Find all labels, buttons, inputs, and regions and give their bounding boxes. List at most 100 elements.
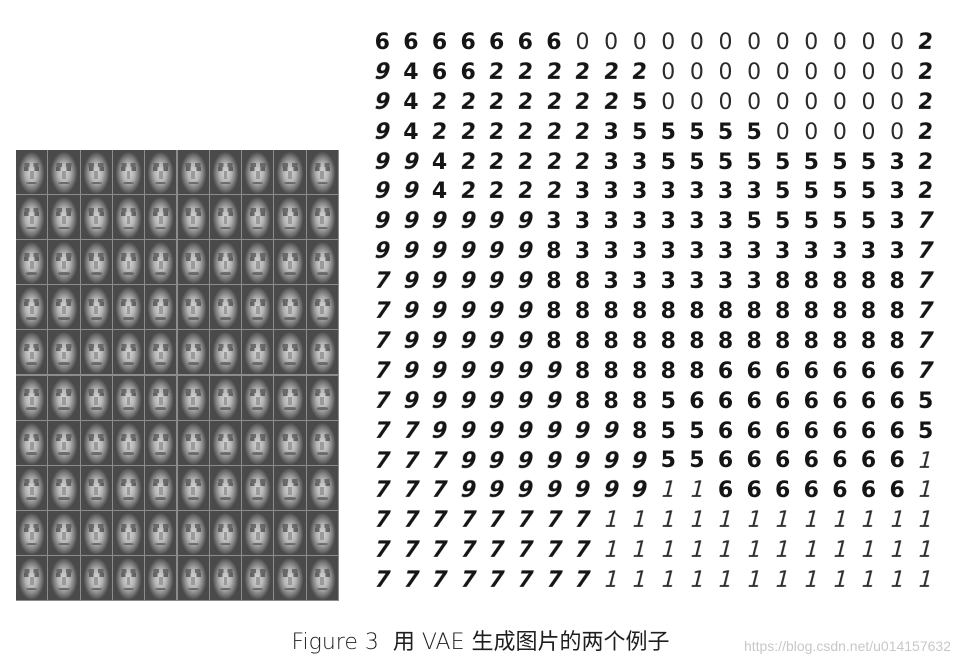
digit-image: 6 xyxy=(832,358,848,384)
face-image xyxy=(112,240,145,285)
face-image xyxy=(242,555,274,600)
face-image-grid xyxy=(16,150,339,601)
digit-image: 9 xyxy=(600,418,622,444)
face-image xyxy=(80,420,112,465)
digit-image: 8 xyxy=(717,328,734,354)
digit-image: 7 xyxy=(915,328,937,354)
digit-image: 0 xyxy=(604,29,619,55)
digit-image: 4 xyxy=(431,149,448,175)
digit-image: 1 xyxy=(915,538,936,564)
face-image xyxy=(112,555,145,600)
digit-image: 0 xyxy=(890,29,905,55)
digit-image: 1 xyxy=(915,568,936,594)
digit-image: 2 xyxy=(516,59,535,85)
digit-image: 3 xyxy=(660,269,676,295)
digit-image: 8 xyxy=(689,358,705,384)
digit-image: 6 xyxy=(889,388,905,414)
digit-image: 2 xyxy=(544,149,563,175)
digit-image: 6 xyxy=(460,59,476,85)
face-image xyxy=(80,285,112,330)
digit-image: 5 xyxy=(746,119,762,145)
digit-image: 2 xyxy=(487,59,506,85)
digit-image: 0 xyxy=(861,59,876,85)
digit-image: 2 xyxy=(430,89,449,115)
digit-image: 7 xyxy=(915,358,937,384)
face-image xyxy=(48,285,80,330)
face-image xyxy=(274,150,306,195)
digit-image: 3 xyxy=(574,209,591,235)
digit-image: 2 xyxy=(573,119,592,145)
face-image xyxy=(177,240,209,285)
digit-image: 3 xyxy=(832,239,848,265)
face-image xyxy=(48,555,80,600)
digit-image: 3 xyxy=(603,209,619,235)
digit-image: 0 xyxy=(861,89,876,115)
digit-image: 8 xyxy=(660,358,676,384)
digit-image: 2 xyxy=(544,59,563,85)
digit-image: 2 xyxy=(916,89,935,115)
digit-image: 5 xyxy=(746,209,762,235)
digit-image: 8 xyxy=(632,418,648,444)
digit-image: 6 xyxy=(860,478,877,504)
digit-image: 7 xyxy=(915,298,937,324)
digit-image: 0 xyxy=(804,29,819,55)
digit-image: 3 xyxy=(660,179,676,205)
digit-image: 3 xyxy=(717,179,734,205)
digit-image: 4 xyxy=(403,89,419,115)
face-image xyxy=(16,150,48,195)
digit-image: 6 xyxy=(546,29,562,55)
face-image xyxy=(16,330,48,375)
digit-image: 5 xyxy=(689,448,705,474)
digit-image: 8 xyxy=(546,239,562,265)
face-image xyxy=(209,465,242,510)
digit-image: 6 xyxy=(517,29,533,55)
face-image xyxy=(274,285,306,330)
digit-image: 8 xyxy=(546,298,562,324)
face-image xyxy=(80,510,112,555)
digit-image: 2 xyxy=(916,179,935,205)
digit-image: 2 xyxy=(544,119,563,145)
digit-image: 8 xyxy=(889,298,905,324)
face-image xyxy=(16,510,48,555)
digit-image: 6 xyxy=(860,358,877,384)
digit-image: 6 xyxy=(803,388,819,414)
digit-image: 3 xyxy=(632,209,648,235)
face-image xyxy=(274,330,306,375)
digit-image: 6 xyxy=(489,29,505,55)
face-image xyxy=(145,150,177,195)
face-image xyxy=(112,420,145,465)
face-image xyxy=(274,240,306,285)
face-image xyxy=(145,285,177,330)
digit-image: 8 xyxy=(603,358,619,384)
digit-image: 8 xyxy=(632,328,648,354)
digit-image: 5 xyxy=(632,89,648,115)
digit-image: 3 xyxy=(632,149,648,175)
face-image xyxy=(145,195,177,240)
digit-image: 5 xyxy=(689,149,705,175)
digit-image: 2 xyxy=(916,149,935,175)
digit-image: 5 xyxy=(689,119,705,145)
digit-image: 2 xyxy=(487,149,506,175)
digit-image: 8 xyxy=(574,328,591,354)
face-image xyxy=(16,195,48,240)
digit-image: 1 xyxy=(915,478,936,504)
digit-image: 6 xyxy=(717,478,734,504)
digit-image: 0 xyxy=(747,89,762,115)
digit-image: 2 xyxy=(516,179,535,205)
digit-image: 0 xyxy=(890,89,905,115)
digit-image: 6 xyxy=(460,29,476,55)
face-image xyxy=(145,420,177,465)
digit-image: 5 xyxy=(775,179,791,205)
face-image xyxy=(177,375,209,420)
face-image xyxy=(16,555,48,600)
digit-image: 8 xyxy=(746,298,762,324)
digit-image: 6 xyxy=(832,448,848,474)
digit-image: 5 xyxy=(832,179,848,205)
face-image xyxy=(145,555,177,600)
face-image xyxy=(209,285,242,330)
digit-image: 4 xyxy=(403,119,419,145)
digit-image: 3 xyxy=(746,269,762,295)
digit-image: 6 xyxy=(775,448,791,474)
digit-image: 6 xyxy=(746,418,762,444)
face-image xyxy=(112,285,145,330)
